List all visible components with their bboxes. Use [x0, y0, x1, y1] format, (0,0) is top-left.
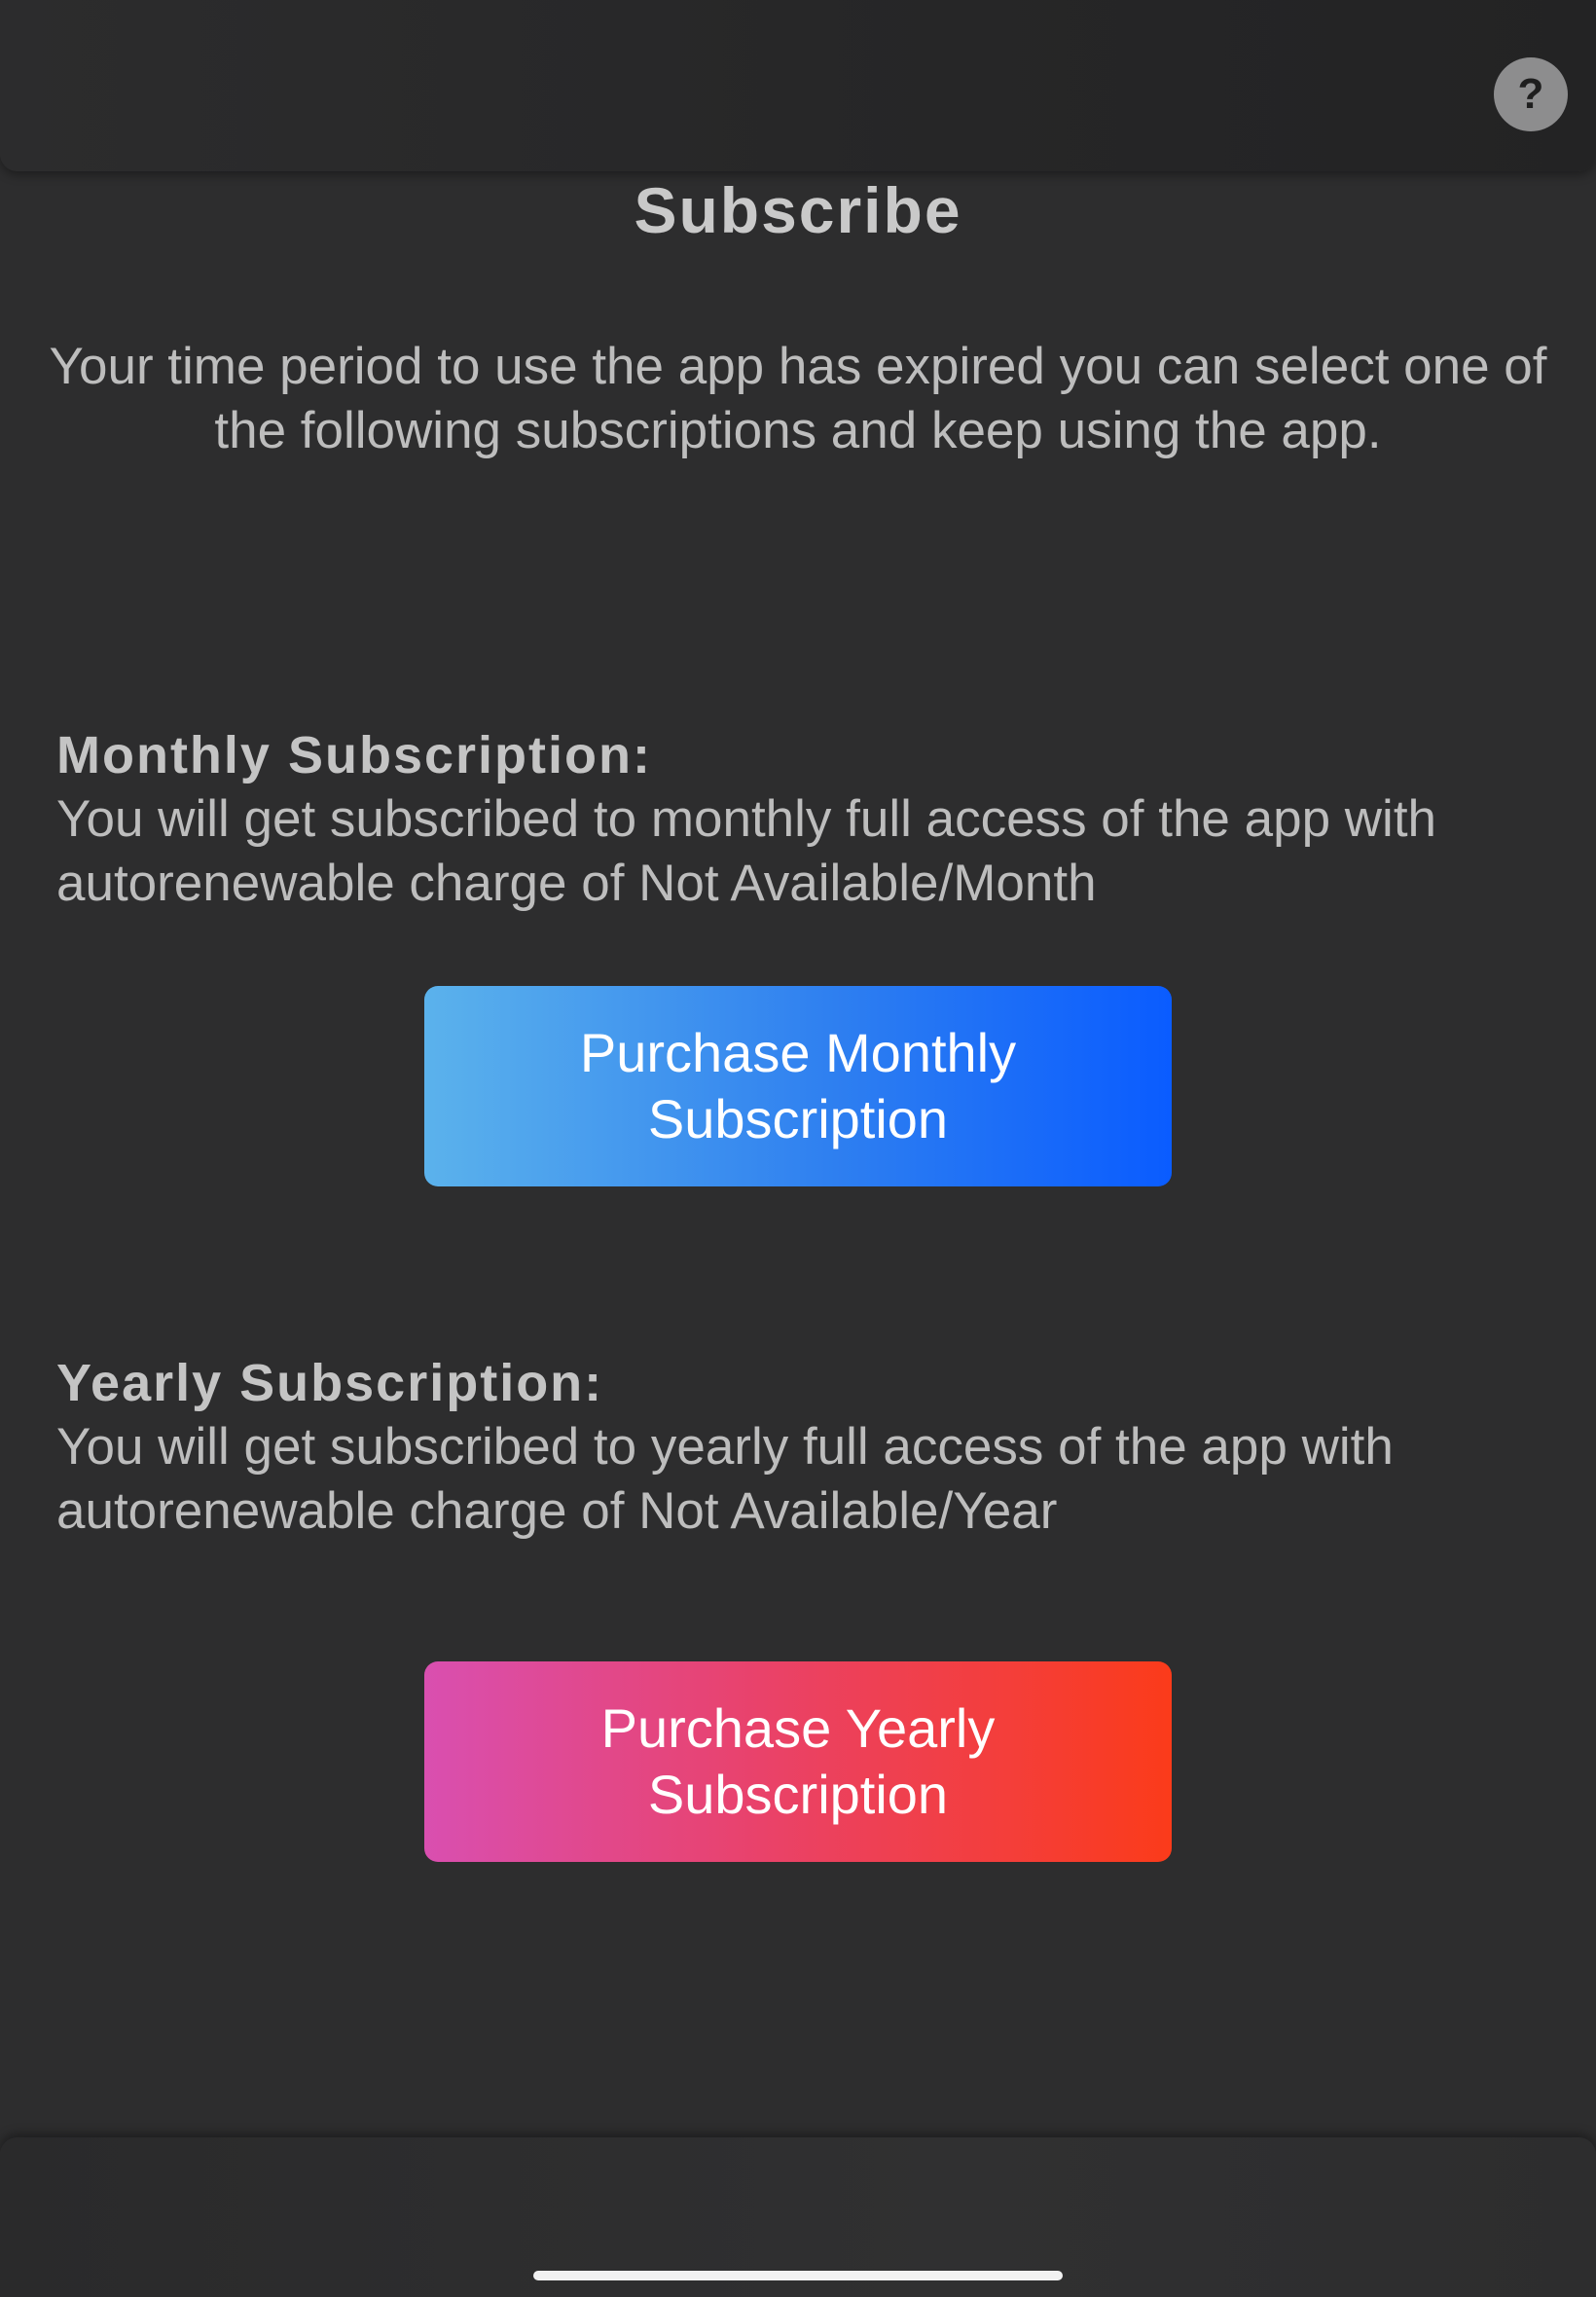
monthly-description: You will get subscribed to monthly full …: [56, 790, 1437, 912]
home-indicator[interactable]: [533, 2271, 1063, 2280]
intro-text: Your time period to use the app has expi…: [49, 338, 1547, 459]
purchase-monthly-button[interactable]: Purchase Monthly Subscription: [424, 986, 1172, 1186]
purchase-monthly-label: Purchase Monthly Subscription: [579, 1022, 1017, 1149]
purchase-yearly-label: Purchase Yearly Subscription: [600, 1697, 996, 1825]
yearly-section: Yearly Subscription: You will get subscr…: [56, 1351, 1555, 1544]
monthly-section: Monthly Subscription: You will get subsc…: [56, 723, 1555, 916]
page-title: Subscribe: [634, 174, 962, 246]
subscribe-screen: ? Subscribe Your time period to use the …: [0, 0, 1596, 2297]
yearly-heading: Yearly Subscription:: [56, 1354, 604, 1412]
help-icon[interactable]: ?: [1494, 57, 1568, 131]
purchase-yearly-button[interactable]: Purchase Yearly Subscription: [424, 1661, 1172, 1862]
top-bar: ?: [0, 0, 1596, 171]
yearly-description: You will get subscribed to yearly full a…: [56, 1418, 1394, 1540]
monthly-heading: Monthly Subscription:: [56, 726, 652, 784]
